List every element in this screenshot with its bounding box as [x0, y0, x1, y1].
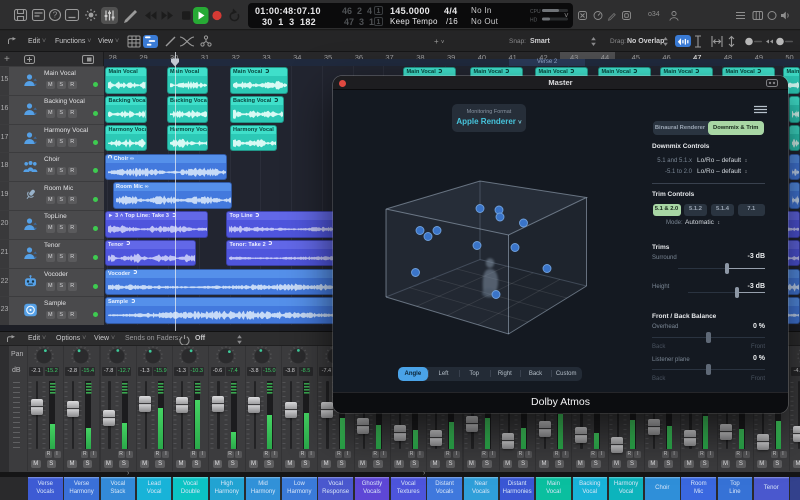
svg-text:HD: HD: [530, 18, 538, 24]
svg-text:?: ?: [53, 11, 58, 20]
svg-text:CPU: CPU: [530, 9, 541, 15]
